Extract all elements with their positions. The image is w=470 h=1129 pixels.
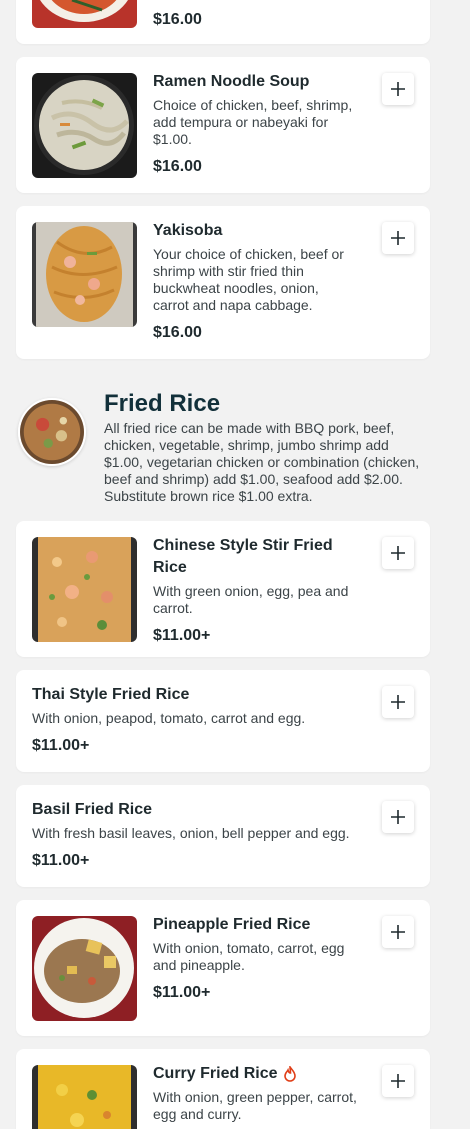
plus-icon xyxy=(391,810,405,824)
menu-item-card[interactable]: Curry Fried Rice With onion, green peppe… xyxy=(16,1049,430,1129)
food-image xyxy=(32,0,137,28)
item-name: Yakisoba xyxy=(153,222,223,239)
plus-icon xyxy=(391,231,405,245)
menu-item-card[interactable]: $16.00 xyxy=(16,0,430,44)
category-description: All fried rice can be made with BBQ pork… xyxy=(104,420,420,504)
food-image xyxy=(32,222,137,327)
item-name: Pineapple Fried Rice xyxy=(153,916,311,933)
add-item-button[interactable] xyxy=(382,73,414,105)
item-price: $16.00 xyxy=(153,11,202,28)
item-price: $11.00+ xyxy=(32,737,90,754)
food-image xyxy=(32,73,137,178)
menu-item-card[interactable]: Pineapple Fried Rice With onion, tomato,… xyxy=(16,900,430,1036)
item-description: With onion, peapod, tomato, carrot and e… xyxy=(32,710,306,726)
item-name: Ramen Noodle Soup xyxy=(153,73,310,90)
item-name: Curry Fried Rice xyxy=(153,1065,278,1082)
flame-icon xyxy=(283,1066,297,1082)
item-description: With onion, green pepper, carrot, egg an… xyxy=(153,1089,357,1122)
menu-item-card[interactable]: Basil Fried Rice With fresh basil leaves… xyxy=(16,785,430,887)
item-description: Your choice of chicken, beef or shrimp w… xyxy=(153,246,344,313)
add-item-button[interactable] xyxy=(382,686,414,718)
item-name: Chinese Style Stir Fried Rice xyxy=(153,537,333,576)
add-item-button[interactable] xyxy=(382,916,414,948)
add-item-button[interactable] xyxy=(382,537,414,569)
food-image xyxy=(32,537,137,642)
item-description: With onion, tomato, carrot, egg and pine… xyxy=(153,940,345,973)
item-description: With green onion, egg, pea and carrot. xyxy=(153,583,349,616)
item-description: Choice of chicken, beef, shrimp, add tem… xyxy=(153,97,353,147)
item-name: Thai Style Fried Rice xyxy=(32,686,190,703)
food-image xyxy=(32,916,137,1021)
item-price: $16.00 xyxy=(153,324,202,341)
item-price: $11.00+ xyxy=(153,984,211,1001)
item-description: With fresh basil leaves, onion, bell pep… xyxy=(32,825,350,841)
plus-icon xyxy=(391,695,405,709)
menu-item-card[interactable]: Ramen Noodle Soup Choice of chicken, bee… xyxy=(16,57,430,193)
category-image xyxy=(18,398,86,466)
add-item-button[interactable] xyxy=(382,801,414,833)
item-price: $11.00+ xyxy=(32,852,90,869)
plus-icon xyxy=(391,546,405,560)
item-price: $11.00+ xyxy=(153,627,211,644)
plus-icon xyxy=(391,1074,405,1088)
category-title: Fried Rice xyxy=(104,390,221,417)
plus-icon xyxy=(391,82,405,96)
add-item-button[interactable] xyxy=(382,1065,414,1097)
item-name: Basil Fried Rice xyxy=(32,801,153,818)
menu-item-card[interactable]: Thai Style Fried Rice With onion, peapod… xyxy=(16,670,430,772)
item-price: $16.00 xyxy=(153,158,202,175)
plus-icon xyxy=(391,925,405,939)
food-image xyxy=(32,1065,137,1129)
menu-item-card[interactable]: Yakisoba Your choice of chicken, beef or… xyxy=(16,206,430,359)
menu-item-card[interactable]: Chinese Style Stir Fried Rice With green… xyxy=(16,521,430,657)
add-item-button[interactable] xyxy=(382,222,414,254)
item-name-row: Curry Fried Rice xyxy=(153,1063,358,1085)
category-header-fried-rice: Fried Rice All fried rice can be made wi… xyxy=(16,390,430,510)
